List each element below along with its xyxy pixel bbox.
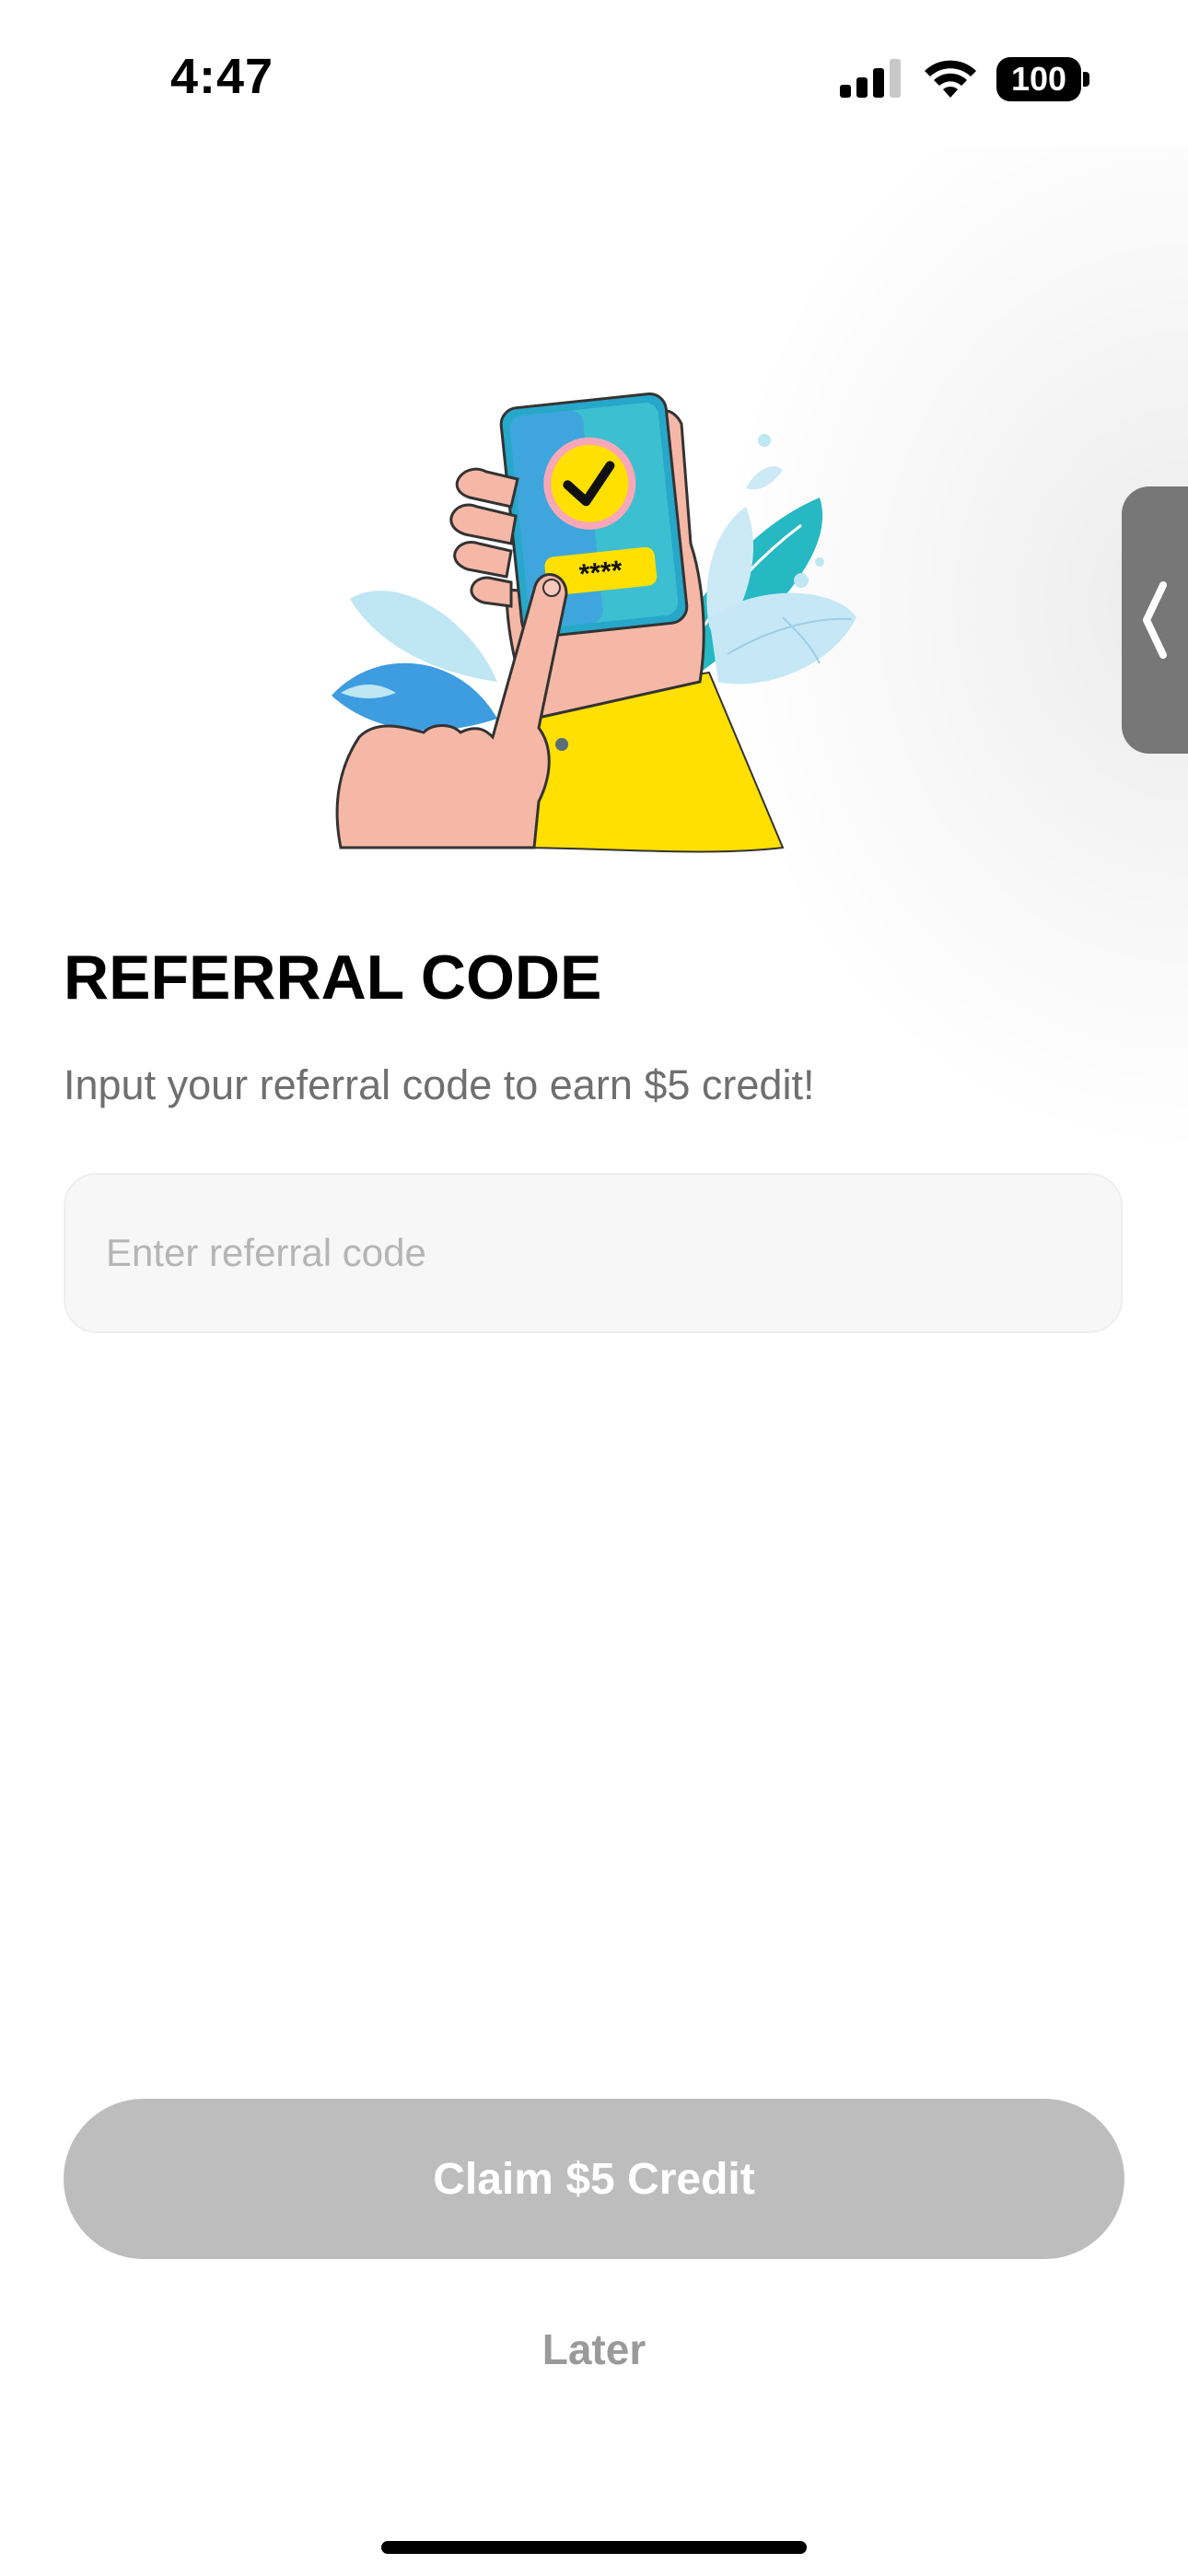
battery-nub: [1083, 72, 1089, 87]
claim-credit-button[interactable]: Claim $5 Credit: [64, 2099, 1124, 2259]
status-time: 4:47: [170, 49, 274, 104]
wifi-icon: [925, 60, 976, 98]
referral-code-input[interactable]: [65, 1175, 1121, 1331]
battery-icon: 100: [996, 57, 1081, 101]
chevron-left-icon: [1143, 581, 1167, 659]
battery-level: 100: [1010, 60, 1067, 98]
status-bar: 4:47 100: [0, 0, 1188, 157]
home-indicator: [381, 2541, 807, 2554]
code-mask-text: ****: [578, 556, 624, 591]
referral-code-field: [64, 1173, 1123, 1333]
side-panel-handle[interactable]: [1122, 486, 1188, 754]
hand-phone-check-illustration: ****: [332, 392, 856, 853]
page-subtitle: Input your referral code to earn $5 cred…: [64, 1061, 815, 1108]
page-title: REFERRAL CODE: [64, 943, 602, 1013]
later-button[interactable]: Later: [456, 2313, 732, 2386]
signal-icon: [840, 59, 901, 98]
